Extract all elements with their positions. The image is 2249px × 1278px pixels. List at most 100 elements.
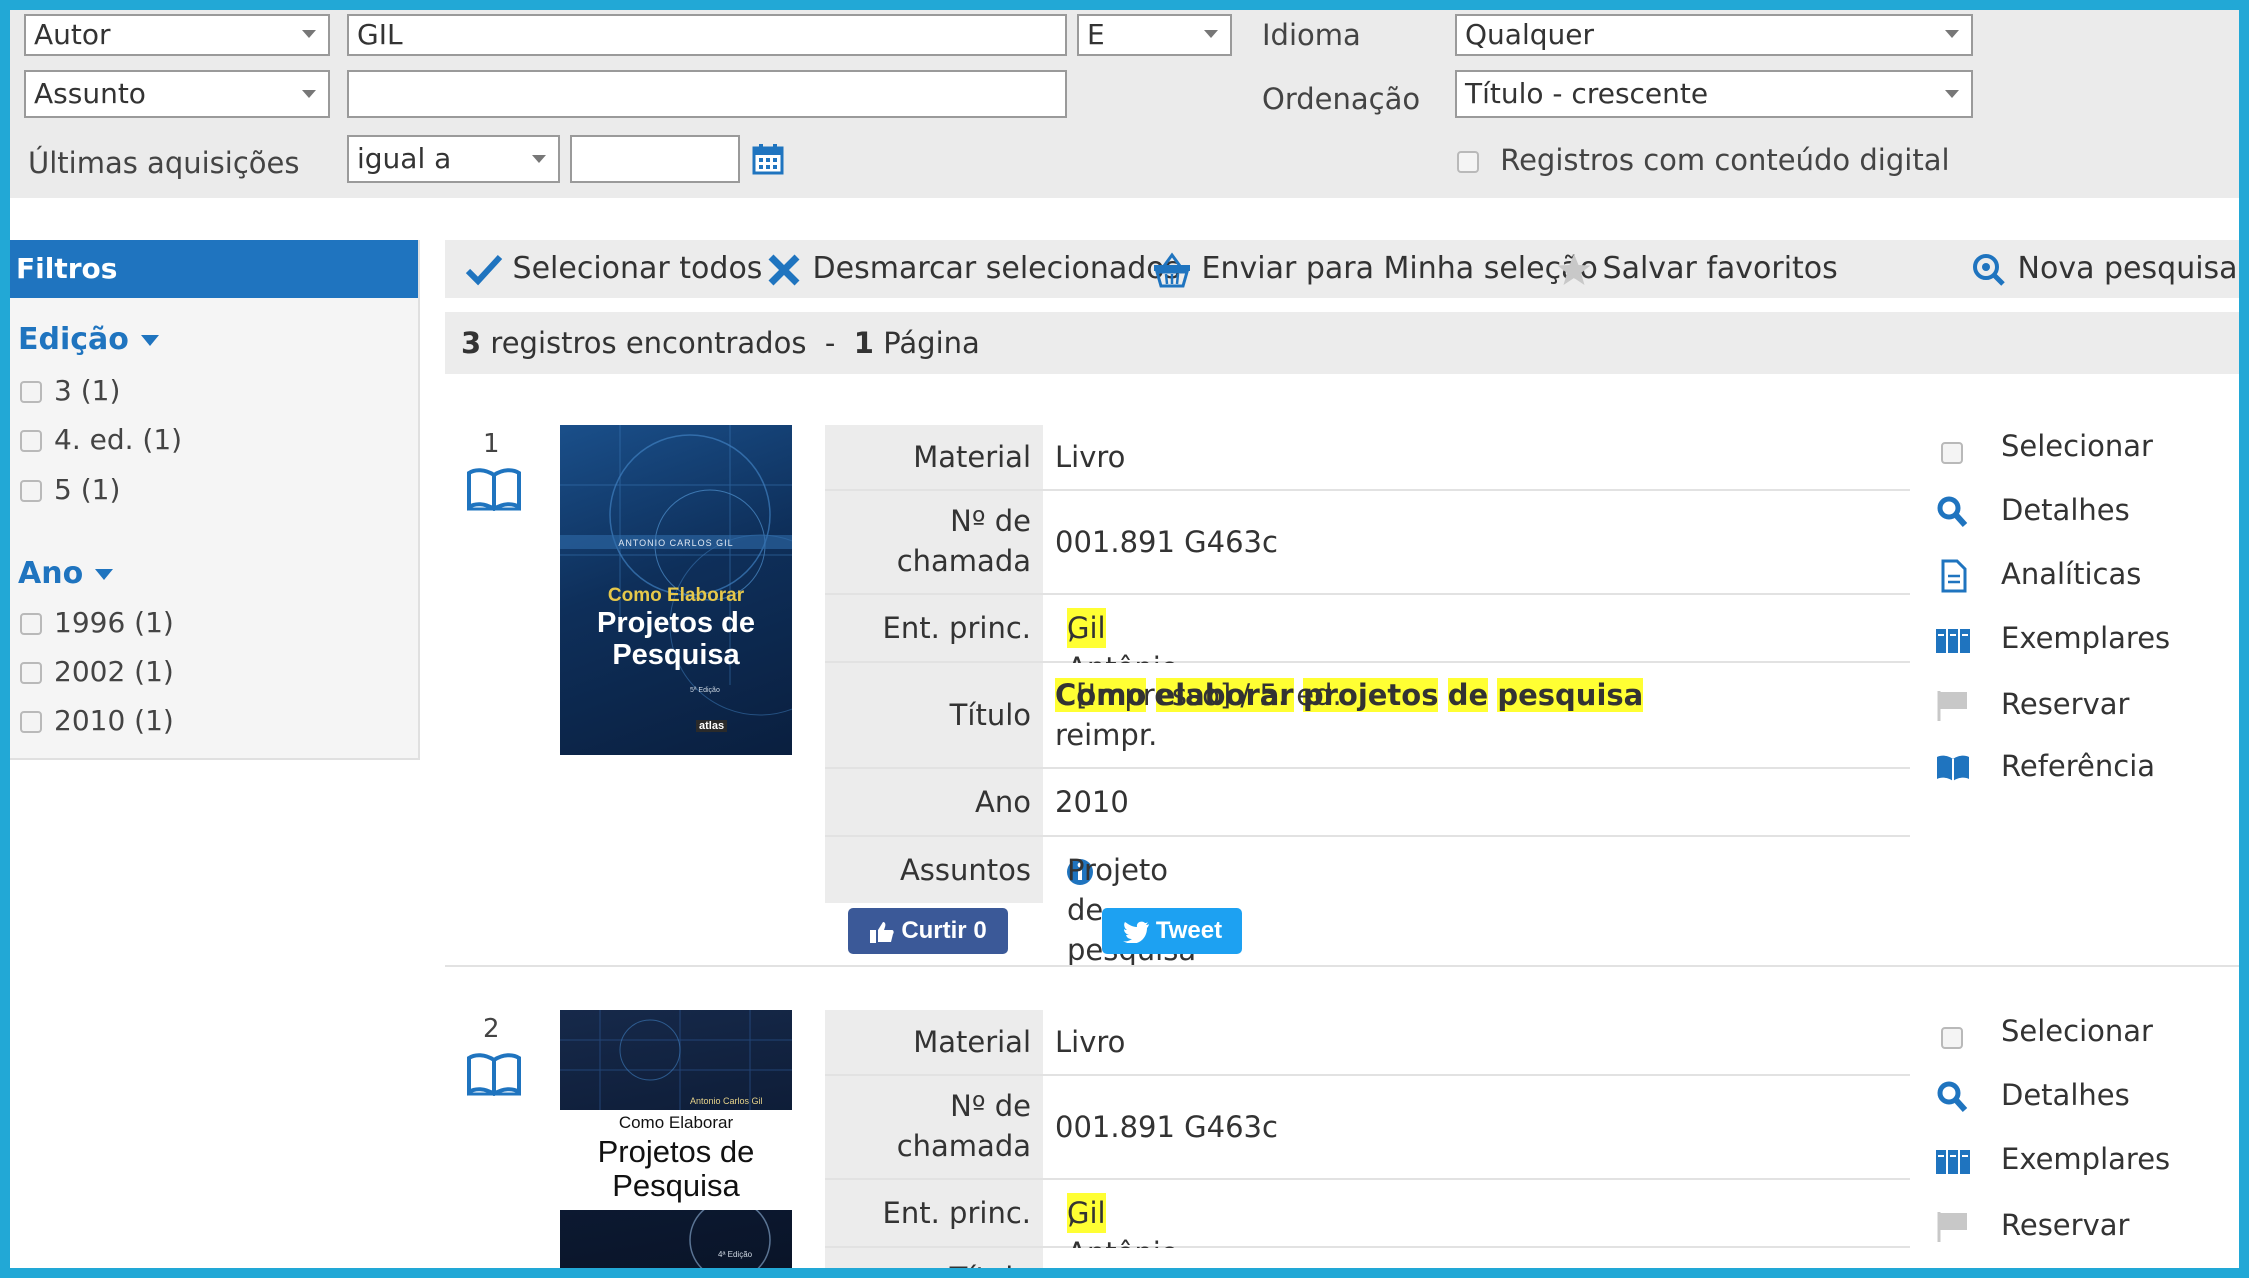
copies-books-icon [1936, 1150, 1970, 1174]
cover-title-line2: Projetos de [597, 607, 755, 639]
detail-row-chamada: Nº de chamada 001.891 G463c [825, 1076, 1910, 1180]
detail-row-assuntos: Assuntos Projeto de pesquisa [825, 837, 1910, 967]
cover-title-line3: Pesquisa [612, 1168, 740, 1203]
result-record: 2 Antonio Carlos Gil Como Elaborar Proje… [445, 1010, 2245, 1268]
ordenacao-select[interactable]: Título - crescente [1455, 70, 1973, 118]
search-term-input-2[interactable] [347, 70, 1067, 118]
facebook-like-button[interactable]: Curtir 0 [848, 908, 1008, 954]
filter-checkbox[interactable] [20, 430, 42, 452]
chamada-label-line2: chamada [896, 544, 1031, 578]
new-search-label: Nova pesquisa [2017, 251, 2238, 286]
book-icon [465, 1052, 523, 1100]
filter-option[interactable]: 2002 (1) [20, 655, 174, 688]
filter-option[interactable]: 5 (1) [20, 473, 120, 506]
deselect-button[interactable]: Desmarcar selecionados [765, 240, 1180, 298]
search-field-select-2[interactable]: Assunto [24, 70, 330, 118]
titulo-line2: reimpr. [1055, 718, 1158, 752]
deselect-label: Desmarcar selecionados [812, 251, 1181, 286]
new-search-button[interactable]: Nova pesquisa [1970, 240, 2238, 298]
filter-group-edicao-label: Edição [18, 322, 129, 357]
calendar-icon[interactable] [752, 143, 784, 179]
basket-icon [1154, 251, 1190, 287]
assuntos-label: Assuntos [899, 853, 1031, 887]
titulo-hl-word: de [1447, 678, 1489, 712]
record-details-table: Material Livro Nº de chamada 001.891 G46… [825, 425, 1910, 967]
magnifier-icon [1937, 496, 1968, 528]
detail-row-titulo: Título [825, 1248, 1910, 1268]
results-toolbar: Selecionar todos Desmarcar selecionados … [445, 240, 2245, 298]
filter-checkbox[interactable] [20, 381, 42, 403]
book-icon [465, 467, 523, 515]
send-to-selection-button[interactable]: Enviar para Minha seleção [1152, 240, 1598, 298]
results-count: 3 [461, 326, 482, 360]
reserve-label: Reservar [2001, 1208, 2130, 1242]
send-to-selection-label: Enviar para Minha seleção [1201, 251, 1598, 286]
results-pages: 1 [853, 326, 874, 360]
filter-checkbox[interactable] [20, 711, 42, 733]
filter-checkbox[interactable] [20, 662, 42, 684]
search-field-select-1[interactable]: Autor [24, 14, 330, 56]
digital-content-filter[interactable]: Registros com conteúdo digital [1457, 143, 1950, 177]
details-label: Detalhes [2001, 493, 2130, 527]
detail-row-material: Material Livro [825, 1010, 1910, 1076]
flag-icon [1937, 691, 1967, 721]
chamada-label-line1: Nº de [950, 504, 1031, 538]
aquisicoes-date-input[interactable] [570, 135, 740, 183]
search-term-input-1[interactable]: GIL [347, 14, 1067, 56]
star-icon [1557, 253, 1591, 285]
idioma-select[interactable]: Qualquer [1455, 14, 1973, 56]
select-record-checkbox[interactable] [1941, 1027, 1963, 1049]
filter-checkbox[interactable] [20, 480, 42, 502]
cover-title-line3: Pesquisa [612, 639, 740, 671]
caret-down-icon [140, 335, 159, 346]
tweet-label: Tweet [1155, 917, 1223, 944]
select-all-button[interactable]: Selecionar todos [465, 240, 762, 298]
save-favorites-button[interactable]: Salvar favoritos [1555, 240, 1838, 298]
detail-row-chamada: Nº de chamada 001.891 G463c [825, 491, 1910, 595]
search-term-1-value: GIL [357, 18, 403, 51]
filter-option[interactable]: 3 (1) [20, 374, 120, 407]
select-record-checkbox[interactable] [1941, 442, 1963, 464]
filter-group-ano-label: Ano [18, 556, 84, 591]
digital-content-checkbox[interactable] [1457, 151, 1479, 173]
material-value: Livro [1055, 440, 1126, 474]
aquisicoes-op-value: igual a [357, 142, 452, 175]
twitter-bird-icon [1122, 921, 1149, 944]
filters-title: Filtros [10, 240, 418, 298]
filter-option[interactable]: 4. ed. (1) [20, 423, 182, 456]
boolean-operator-select[interactable]: E [1077, 14, 1232, 56]
titulo-value: Como elaborar projetos de pesquisa [Impr… [1055, 675, 1644, 715]
aquisicoes-operator-select[interactable]: igual a [347, 135, 560, 183]
detail-row-material: Material Livro [825, 425, 1910, 491]
chamada-value: 001.891 G463c [1055, 525, 1278, 559]
filter-option-label: 3 (1) [54, 374, 121, 407]
tweet-button[interactable]: Tweet [1102, 908, 1242, 954]
results-pages-text: Página [873, 326, 980, 360]
aquisicoes-label: Últimas aquisições [28, 146, 300, 180]
filter-option[interactable]: 2010 (1) [20, 704, 174, 737]
cover-author: ANTONIO CARLOS GIL [618, 538, 734, 548]
titulo-label: Título [949, 698, 1031, 732]
reference-label: Referência [2001, 749, 2156, 783]
book-cover-image[interactable]: Antonio Carlos Gil Como Elaborar Projeto… [560, 1010, 792, 1268]
filter-group-ano[interactable]: Ano [18, 556, 114, 591]
filter-checkbox[interactable] [20, 613, 42, 635]
search-field-1-value: Autor [34, 18, 111, 51]
document-icon [1941, 559, 1967, 593]
filter-group-edicao[interactable]: Edição [18, 322, 159, 357]
book-cover-image[interactable]: ANTONIO CARLOS GIL Como Elaborar Projeto… [560, 425, 792, 755]
cover-edition: 5ª Edição [690, 687, 720, 694]
material-value: Livro [1055, 1025, 1126, 1059]
select-all-label: Selecionar todos [512, 251, 763, 286]
titulo-hl-word: pesquisa [1497, 678, 1644, 712]
autor-value[interactable]: Gil, Antônio Carlos [1055, 1193, 1179, 1268]
select-label: Selecionar [2001, 429, 2153, 463]
copies-books-icon [1936, 629, 1970, 653]
results-count-text: registros encontrados - [481, 326, 854, 360]
chevron-down-icon [302, 30, 316, 38]
chevron-down-icon [1945, 30, 1959, 38]
filter-option[interactable]: 1996 (1) [20, 606, 174, 639]
assuntos-value[interactable]: Projeto de pesquisa [1055, 850, 1196, 967]
copies-label: Exemplares [2001, 1142, 2171, 1176]
autor-value[interactable]: Gil, Antônio Carlos [1055, 608, 1179, 725]
